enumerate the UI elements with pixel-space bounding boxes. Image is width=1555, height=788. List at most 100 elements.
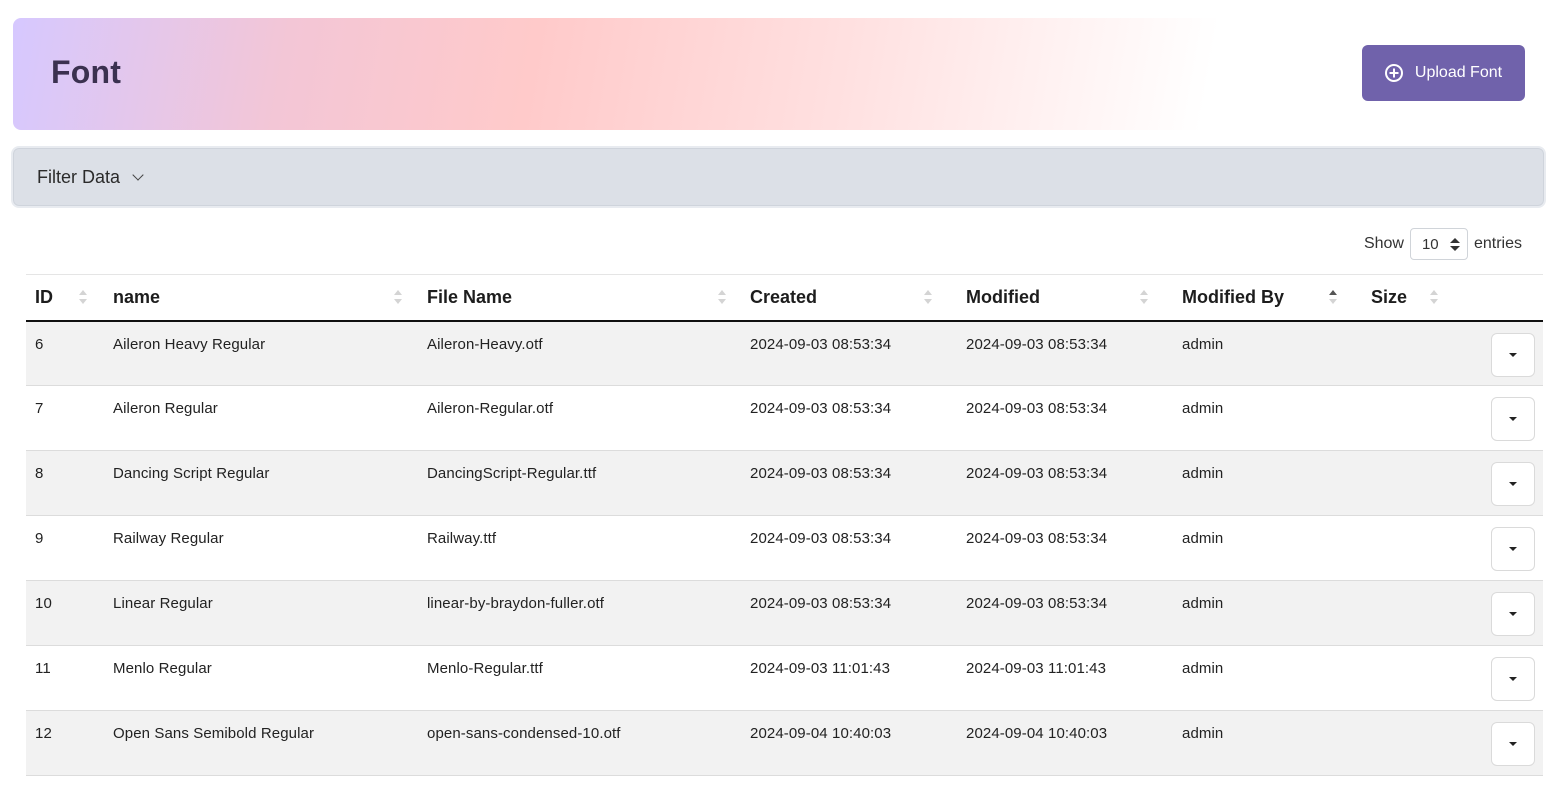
- table-row: 12 Open Sans Semibold Regular open-sans-…: [26, 710, 1543, 776]
- cell-created: 2024-09-04 10:40:03: [750, 725, 892, 742]
- cell-id: 10: [35, 595, 52, 612]
- column-header-modified-by[interactable]: Modified By: [1173, 275, 1362, 321]
- column-header-modified[interactable]: Modified: [957, 275, 1173, 321]
- column-header-created[interactable]: Created: [741, 275, 957, 321]
- cell-modified: 2024-09-04 10:40:03: [966, 725, 1108, 742]
- cell-name: Aileron Regular: [113, 400, 218, 417]
- fonts-table: ID name File Name Created Modified Modif…: [26, 274, 1543, 776]
- cell-id: 11: [35, 660, 51, 677]
- table-header-row: ID name File Name Created Modified Modif…: [26, 274, 1543, 321]
- table-row: 10 Linear Regular linear-by-braydon-full…: [26, 580, 1543, 646]
- cell-modified: 2024-09-03 08:53:34: [966, 335, 1108, 353]
- table-row: 7 Aileron Regular Aileron-Regular.otf 20…: [26, 386, 1543, 451]
- caret-down-icon: [1509, 547, 1517, 551]
- cell-file-name: Menlo-Regular.ttf: [427, 660, 543, 677]
- cell-actions: [1452, 711, 1543, 776]
- column-header-actions: [1452, 275, 1543, 321]
- cell-modified-by: admin: [1182, 530, 1224, 547]
- cell-actions: [1452, 451, 1543, 516]
- table-row: 6 Aileron Heavy Regular Aileron-Heavy.ot…: [26, 320, 1543, 386]
- caret-down-icon: [1509, 677, 1517, 681]
- cell-created: 2024-09-03 08:53:34: [750, 530, 892, 547]
- cell-id: 9: [35, 530, 44, 547]
- row-actions-button[interactable]: [1491, 592, 1535, 636]
- caret-down-icon: [1509, 417, 1517, 421]
- show-entries-control: Show 10 entries: [1364, 228, 1522, 260]
- column-header-id[interactable]: ID: [26, 275, 104, 321]
- cell-size: [1362, 321, 1452, 386]
- cell-size: [1362, 711, 1452, 776]
- page-title: Font: [51, 54, 122, 90]
- column-header-name[interactable]: name: [104, 275, 418, 321]
- cell-size: [1362, 581, 1452, 646]
- cell-modified: 2024-09-03 08:53:34: [966, 595, 1108, 612]
- table-row: 11 Menlo Regular Menlo-Regular.ttf 2024-…: [26, 646, 1543, 711]
- column-header-file-name[interactable]: File Name: [418, 275, 741, 321]
- sort-icon: [394, 290, 402, 306]
- cell-file-name: Aileron-Regular.otf: [427, 400, 554, 417]
- sort-icon: [1140, 290, 1148, 306]
- cell-file-name: Railway.ttf: [427, 530, 497, 547]
- sort-icon: [924, 290, 932, 306]
- sort-ascending-icon: [1329, 290, 1337, 306]
- cell-name: Menlo Regular: [113, 660, 212, 677]
- cell-modified-by: admin: [1182, 595, 1224, 612]
- cell-modified-by: admin: [1182, 335, 1224, 353]
- row-actions-button[interactable]: [1491, 722, 1535, 766]
- cell-modified-by: admin: [1182, 660, 1224, 677]
- sort-icon: [79, 290, 87, 306]
- cell-id: 8: [35, 465, 44, 482]
- cell-name: Railway Regular: [113, 530, 224, 547]
- cell-id: 12: [35, 725, 52, 742]
- upload-font-button[interactable]: Upload Font: [1362, 45, 1525, 101]
- column-header-size[interactable]: Size: [1362, 275, 1452, 321]
- cell-size: [1362, 646, 1452, 711]
- cell-created: 2024-09-03 08:53:34: [750, 595, 892, 612]
- cell-actions: [1452, 321, 1543, 386]
- caret-down-icon: [1509, 482, 1517, 486]
- caret-down-icon: [1509, 742, 1517, 746]
- caret-down-icon: [1509, 612, 1517, 616]
- cell-actions: [1452, 386, 1543, 451]
- row-actions-button[interactable]: [1491, 527, 1535, 571]
- cell-modified: 2024-09-03 11:01:43: [966, 660, 1107, 677]
- cell-modified-by: admin: [1182, 725, 1224, 742]
- row-actions-button[interactable]: [1491, 657, 1535, 701]
- cell-name: Aileron Heavy Regular: [113, 335, 266, 353]
- entries-per-page-select[interactable]: 10: [1409, 228, 1468, 260]
- cell-modified: 2024-09-03 08:53:34: [966, 400, 1108, 417]
- row-actions-button[interactable]: [1491, 332, 1535, 377]
- cell-file-name: open-sans-condensed-10.otf: [427, 725, 621, 742]
- cell-created: 2024-09-03 11:01:43: [750, 660, 891, 677]
- row-actions-button[interactable]: [1491, 397, 1535, 441]
- plus-circle-icon: [1384, 64, 1403, 82]
- cell-modified-by: admin: [1182, 465, 1224, 482]
- page-header: Font Upload Font: [13, 18, 1542, 130]
- sort-icon: [1430, 290, 1438, 306]
- cell-size: [1362, 386, 1452, 451]
- cell-created: 2024-09-03 08:53:34: [750, 400, 892, 417]
- chevron-down-icon: [132, 168, 144, 181]
- cell-size: [1362, 451, 1452, 516]
- filter-data-toggle[interactable]: Filter Data: [11, 146, 1546, 208]
- cell-actions: [1452, 581, 1543, 646]
- table-row: 9 Railway Regular Railway.ttf 2024-09-03…: [26, 516, 1543, 581]
- show-label: Show: [1363, 235, 1404, 252]
- entries-suffix-label: entries: [1473, 235, 1522, 252]
- caret-down-icon: [1509, 352, 1517, 357]
- row-actions-button[interactable]: [1491, 462, 1535, 506]
- cell-modified: 2024-09-03 08:53:34: [966, 530, 1108, 547]
- cell-file-name: DancingScript-Regular.ttf: [427, 465, 597, 482]
- sort-icon: [718, 290, 726, 306]
- entries-selected-value: 10: [1421, 235, 1439, 253]
- filter-data-label: Filter Data: [37, 166, 121, 187]
- cell-name: Dancing Script Regular: [113, 465, 270, 482]
- cell-name: Open Sans Semibold Regular: [113, 725, 315, 742]
- cell-id: 6: [35, 335, 44, 353]
- cell-modified: 2024-09-03 08:53:34: [966, 465, 1108, 482]
- cell-created: 2024-09-03 08:53:34: [750, 335, 892, 353]
- cell-actions: [1452, 516, 1543, 581]
- table-row: 8 Dancing Script Regular DancingScript-R…: [26, 450, 1543, 516]
- cell-size: [1362, 516, 1452, 581]
- cell-file-name: Aileron-Heavy.otf: [427, 335, 543, 353]
